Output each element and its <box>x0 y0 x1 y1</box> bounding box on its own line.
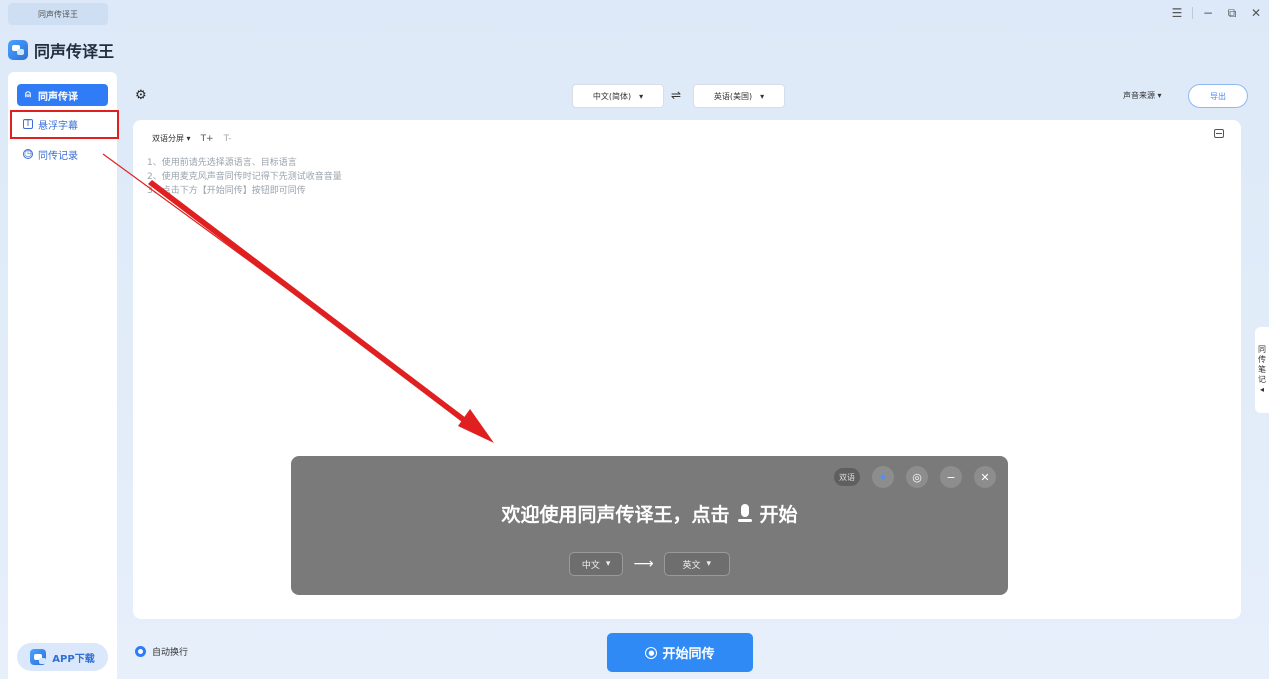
font-decrease-button[interactable]: T- <box>224 134 232 144</box>
side-tab-char: 记 <box>1258 375 1266 384</box>
start-interpretation-button[interactable]: ● 开始同传 <box>607 633 753 672</box>
minimize-icon[interactable]: − <box>1199 4 1217 22</box>
instruction-line: 3、点击下方【开始同传】按钮即可同传 <box>147 186 306 196</box>
clock-icon: ◷ <box>23 148 33 159</box>
overlay-source-language-select[interactable]: 中文 ▾ <box>568 552 624 576</box>
start-icon: ● <box>645 646 658 659</box>
main-toolbar: ⚙ 中文(简体) ▾ ⇌ 英语(美国) ▾ 声音来源 ▾ 导出 <box>133 82 1251 110</box>
welcome-message: 欢迎使用同声传译王，点击 开始 <box>291 500 1008 527</box>
radio-icon <box>135 646 146 657</box>
collapse-icon[interactable] <box>1214 129 1224 138</box>
side-tab-char: 笔 <box>1258 365 1266 374</box>
settings-icon[interactable]: ◎ <box>906 466 928 488</box>
target-language-select[interactable]: 英语(美国) ▾ <box>693 84 785 108</box>
auto-wrap-label: 自动换行 <box>152 648 189 658</box>
side-tab-char: 同 <box>1258 345 1266 354</box>
swap-icon[interactable]: ⇌ <box>671 88 681 102</box>
sidebar-item-simultaneous[interactable]: ⍝ 同声传译 <box>17 84 108 106</box>
overlay-languages: 中文 ▾ ⟶ 英文 ▾ <box>291 552 1008 576</box>
caret-down-icon: ▾ <box>706 559 712 569</box>
app-download-button[interactable]: APP下载 <box>17 643 108 671</box>
app-logo-icon <box>30 649 47 665</box>
overlay-target-language-select[interactable]: 英文 ▾ <box>663 552 731 576</box>
panel-tools: 双语分屏 ▾ T+ T- <box>152 133 232 144</box>
person-icon: ⍝ <box>25 89 31 100</box>
sidebar-item-label: 悬浮字幕 <box>38 120 78 132</box>
restore-icon[interactable]: ⧉ <box>1223 4 1241 22</box>
menu-icon[interactable]: ☰ <box>1168 4 1186 22</box>
pin-icon[interactable]: ✦ <box>872 466 894 488</box>
sidebar-item-label: 同声传译 <box>38 91 78 103</box>
start-label: 开始同传 <box>662 647 715 662</box>
instructions: 1、使用前请先选择源语言、目标语言 2、使用麦克风声音同传时记得下先测试收音音量… <box>147 156 342 198</box>
sidebar: ⍝ 同声传译 T 悬浮字幕 ◷ 同传记录 APP下载 <box>8 72 119 679</box>
window-controls: ☰ − ⧉ ✕ <box>1168 4 1265 22</box>
side-tab-char: 传 <box>1258 355 1266 364</box>
source-language-select[interactable]: 中文(简体) ▾ <box>572 84 664 108</box>
caret-down-icon: ▾ <box>639 91 644 101</box>
welcome-text-end: 开始 <box>759 504 798 526</box>
divider <box>1192 7 1193 19</box>
bilingual-toggle[interactable]: 双语 <box>834 468 860 486</box>
minimize-icon[interactable]: − <box>940 466 962 488</box>
app-logo-icon <box>8 40 28 60</box>
app-header: 同声传译王 <box>8 38 114 62</box>
sidebar-item-label: 同传记录 <box>38 150 78 162</box>
title-bar: 同声传译王 ☰ − ⧉ ✕ <box>0 0 1269 30</box>
subtitle-icon: T <box>23 119 33 129</box>
sound-source-label: 声音来源 <box>1123 91 1155 100</box>
sidebar-item-floating-subtitle[interactable]: T 悬浮字幕 <box>17 113 108 135</box>
floating-subtitle-window[interactable]: 双语 ✦ ◎ − ✕ 欢迎使用同声传译王，点击 开始 中文 ▾ ⟶ 英文 ▾ <box>291 456 1008 595</box>
caret-down-icon: ▾ <box>760 91 765 101</box>
notes-side-tab[interactable]: 同 传 笔 记 ◂ <box>1255 327 1269 413</box>
close-icon[interactable]: ✕ <box>974 466 996 488</box>
overlay-tools: 双语 ✦ ◎ − ✕ <box>834 466 996 488</box>
app-download-label: APP下载 <box>52 653 95 665</box>
window-tab[interactable]: 同声传译王 <box>8 3 108 25</box>
instruction-line: 2、使用麦克风声音同传时记得下先测试收音音量 <box>147 172 342 182</box>
source-language-value: 中文(简体) <box>592 91 632 101</box>
microphone-icon <box>737 503 752 524</box>
export-button[interactable]: 导出 <box>1188 84 1248 108</box>
auto-wrap-toggle[interactable]: 自动换行 <box>135 645 188 658</box>
caret-down-icon: ▾ <box>605 559 611 569</box>
gear-icon[interactable]: ⚙ <box>135 88 147 103</box>
arrow-right-icon: ⟶ <box>633 556 654 572</box>
display-mode-select[interactable]: 双语分屏 ▾ <box>152 133 191 144</box>
app-title: 同声传译王 <box>34 42 115 61</box>
welcome-text: 欢迎使用同声传译王，点击 <box>501 504 730 526</box>
target-language-value: 英语(美国) <box>713 91 753 101</box>
caret-down-icon: ▾ <box>1157 91 1162 100</box>
overlay-target-language-value: 英文 <box>682 560 701 571</box>
caret-left-icon: ◂ <box>1259 385 1264 394</box>
overlay-source-language-value: 中文 <box>581 560 600 571</box>
sound-source-select[interactable]: 声音来源 ▾ <box>1123 90 1162 101</box>
sidebar-item-records[interactable]: ◷ 同传记录 <box>17 143 108 165</box>
font-increase-button[interactable]: T+ <box>201 134 214 144</box>
instruction-line: 1、使用前请先选择源语言、目标语言 <box>147 158 297 168</box>
close-icon[interactable]: ✕ <box>1247 4 1265 22</box>
display-mode-label: 双语分屏 <box>152 134 184 143</box>
